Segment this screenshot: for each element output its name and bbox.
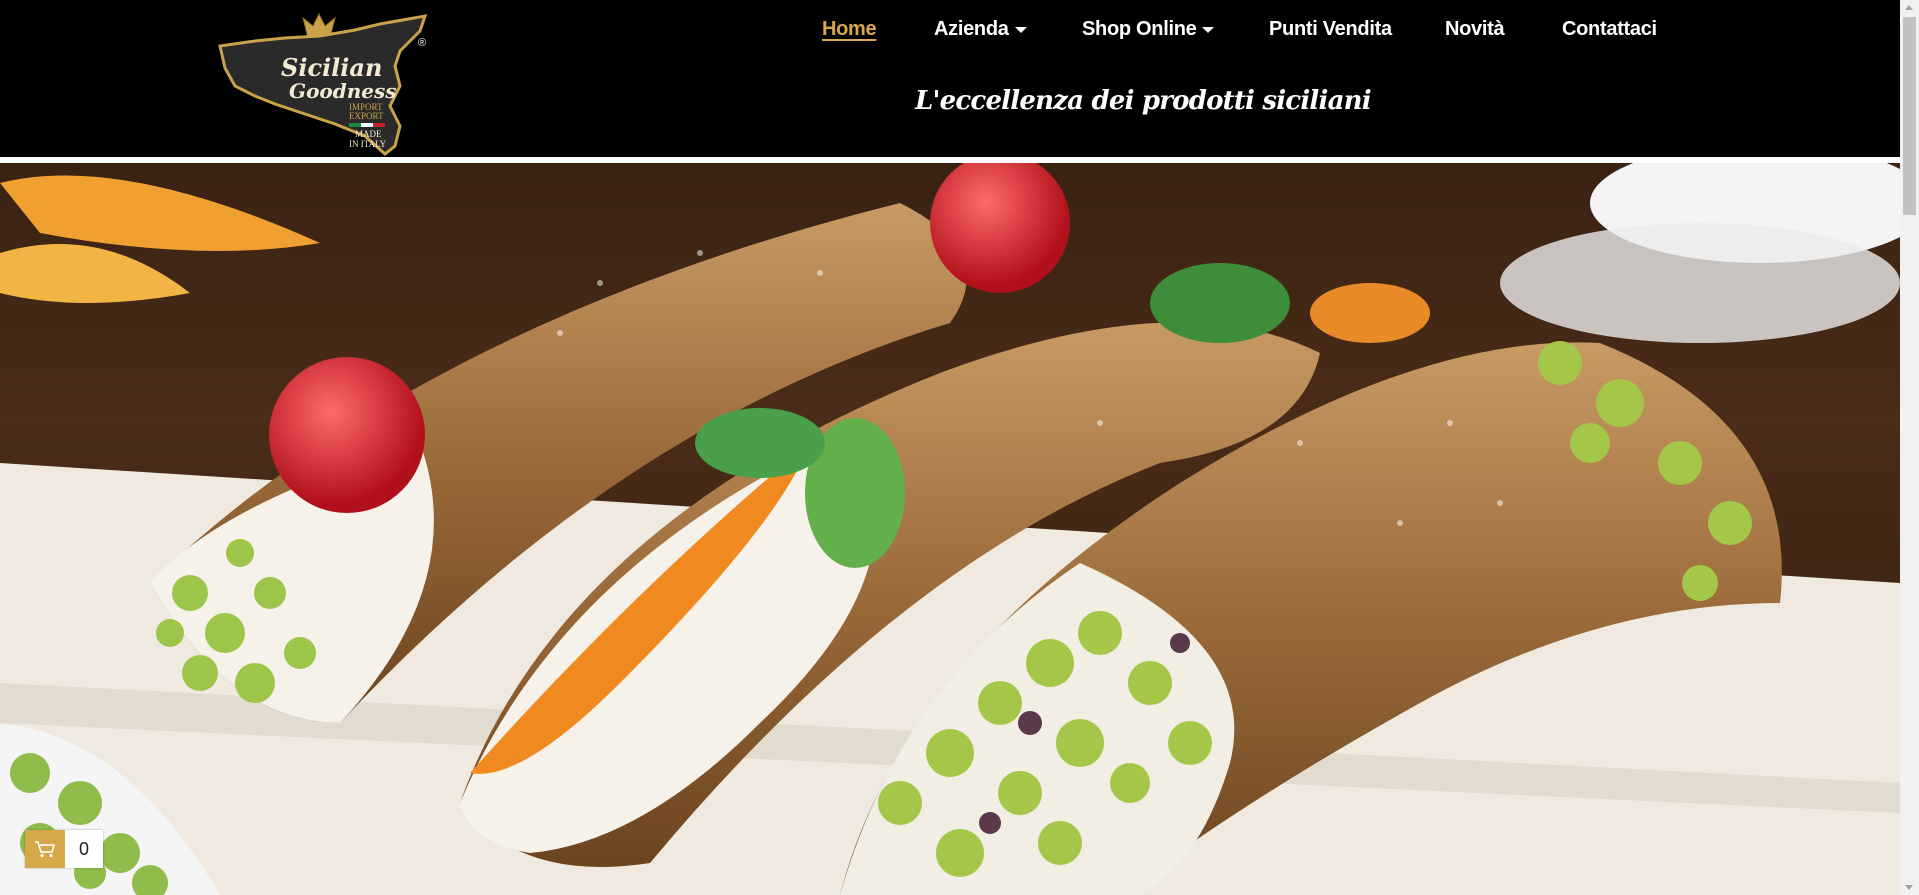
cart-widget[interactable]: 0 — [25, 830, 103, 868]
caret-down-icon — [1014, 26, 1027, 33]
main-nav: Home Azienda Shop Online Punti Vendita N… — [0, 18, 1900, 48]
logo-in-italy: IN ITALY — [349, 139, 387, 149]
cannoli-illustration — [0, 163, 1900, 895]
vertical-scrollbar[interactable] — [1900, 0, 1919, 895]
nav-item-shop-online[interactable]: Shop Online — [1082, 18, 1215, 41]
site-header: Sicilian Goodness IMPORT EXPORT MADE IN … — [0, 0, 1900, 157]
logo-made: MADE — [355, 129, 382, 139]
nav-item-contattaci[interactable]: Contattaci — [1562, 18, 1657, 41]
nav-item-novita[interactable]: Novità — [1445, 18, 1505, 41]
scroll-up-arrow-icon[interactable] — [1905, 5, 1913, 10]
scroll-thumb[interactable] — [1903, 17, 1916, 215]
scroll-down-arrow-icon[interactable] — [1905, 885, 1913, 890]
hero-image — [0, 163, 1900, 895]
nav-item-punti-vendita[interactable]: Punti Vendita — [1269, 18, 1392, 41]
logo-text-goodness: Goodness — [289, 79, 397, 103]
nav-item-azienda[interactable]: Azienda — [934, 18, 1027, 41]
nav-item-shop-online-label: Shop Online — [1082, 18, 1197, 40]
logo-text-sicilian: Sicilian — [281, 53, 382, 82]
caret-down-icon — [1202, 26, 1215, 33]
cart-count: 0 — [65, 830, 103, 868]
nav-item-home[interactable]: Home — [822, 18, 877, 41]
nav-item-azienda-label: Azienda — [934, 18, 1009, 40]
logo-export: EXPORT — [349, 111, 384, 121]
cart-icon[interactable] — [25, 830, 65, 868]
site-tagline: L'eccellenza dei prodotti siciliani — [915, 86, 1372, 116]
